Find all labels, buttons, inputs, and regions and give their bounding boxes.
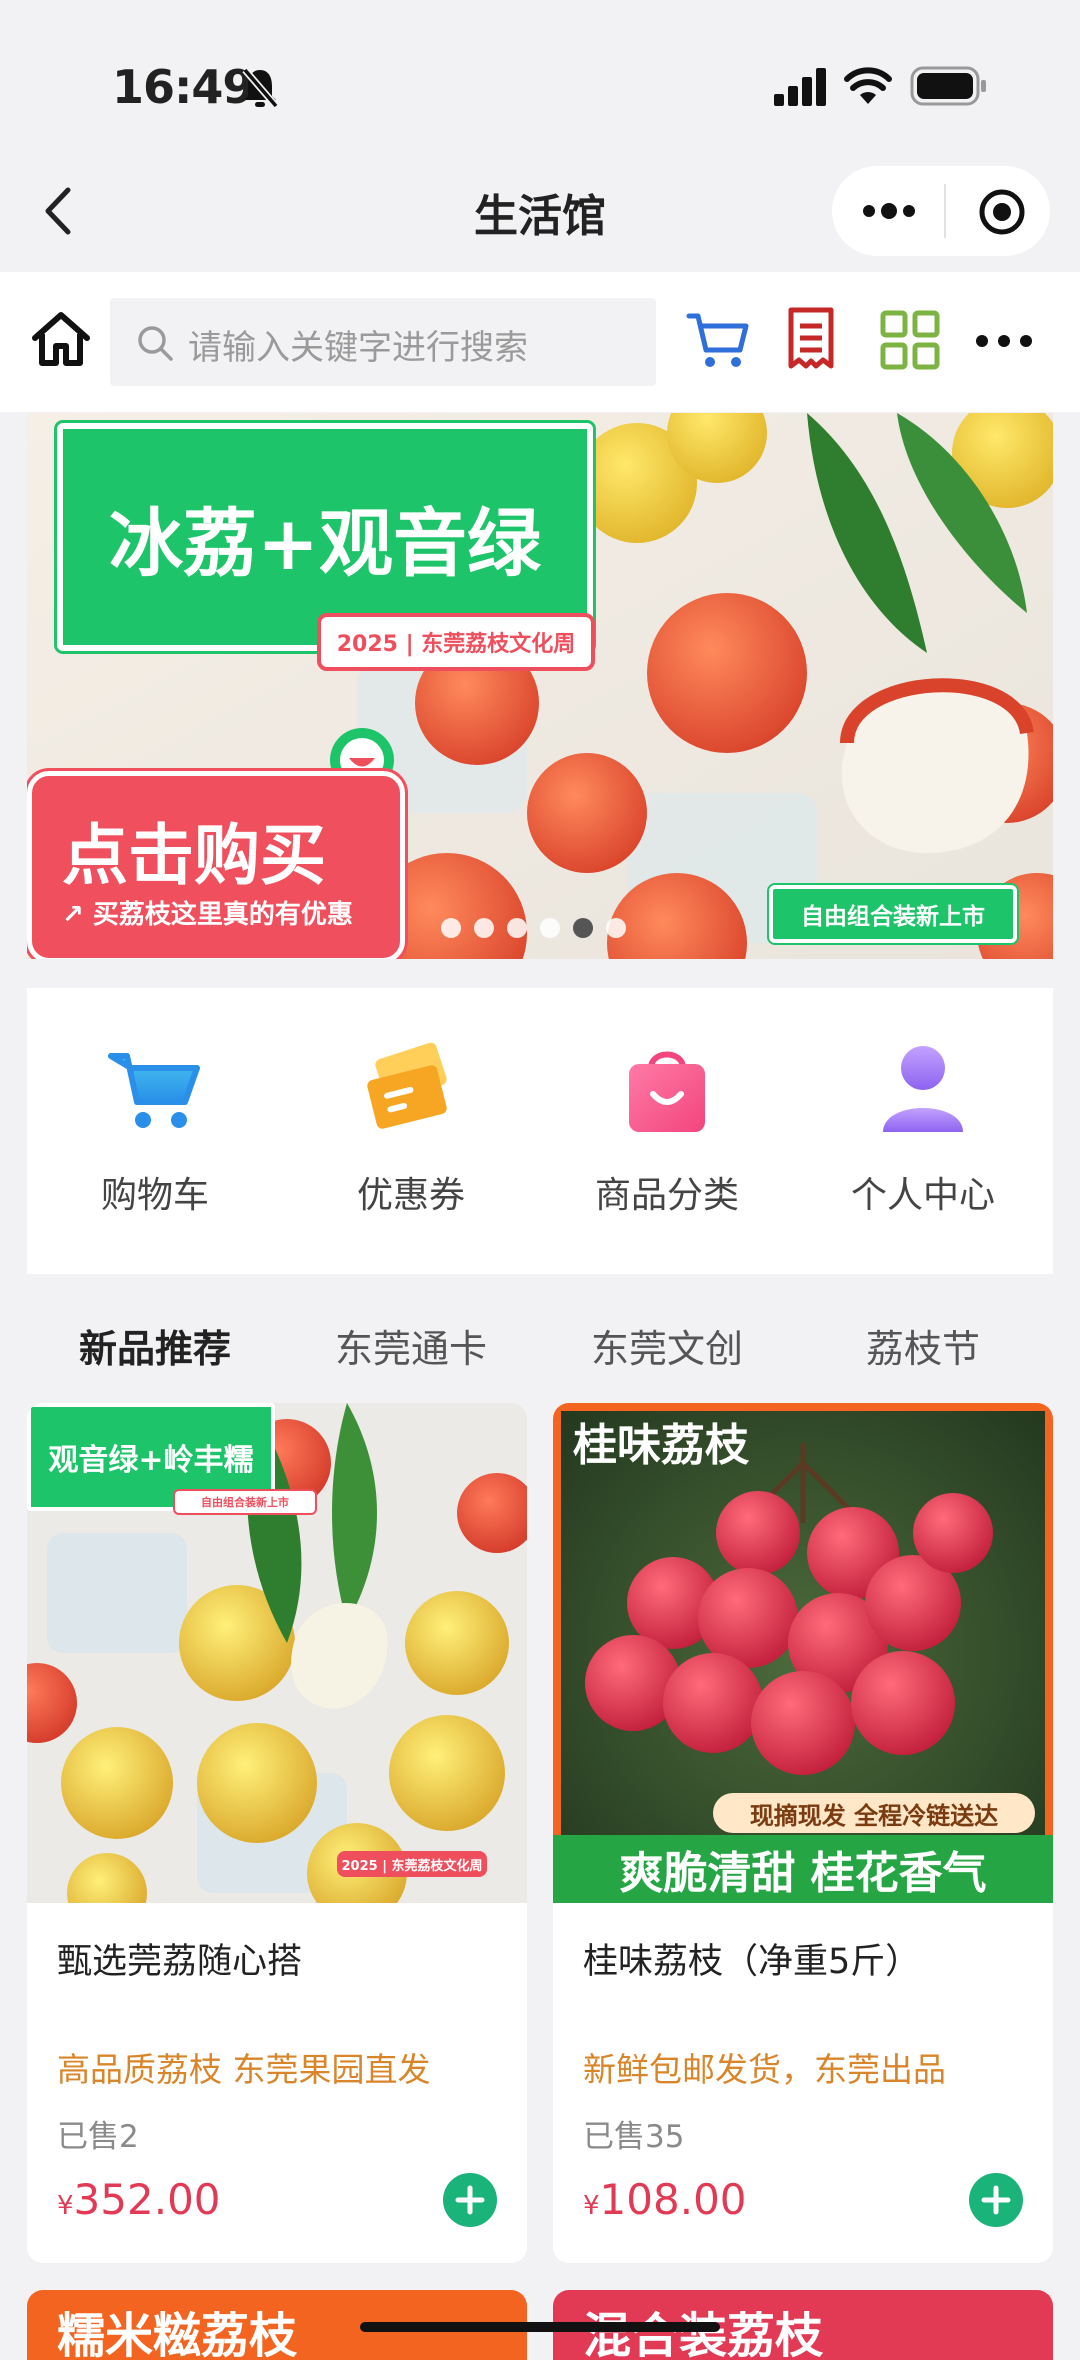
add-to-cart-button[interactable] <box>443 2173 497 2227</box>
product-image-tag: 自由组合装新上市 <box>173 1489 317 1515</box>
product-image: 观音绿+岭丰糯 自由组合装新上市 2025 | 东莞荔枝文化周 <box>27 1403 527 1903</box>
product-price: ¥352.00 <box>57 2175 221 2224</box>
search-input[interactable]: 请输入关键字进行搜索 <box>110 298 656 386</box>
order-list-icon[interactable] <box>786 306 836 372</box>
search-icon <box>136 324 174 362</box>
price-currency: ¥ <box>57 2191 74 2221</box>
more-dots-icon[interactable] <box>860 196 918 226</box>
menu-item-cart[interactable]: 购物车 <box>27 988 283 1274</box>
menu-label: 购物车 <box>100 1175 209 1216</box>
menu-label: 商品分类 <box>594 1175 739 1216</box>
product-image-tag: 现摘现发 全程冷链送达 <box>713 1793 1035 1833</box>
banner-buy-sub: ↗ 买荔枝这里真的有优惠 <box>62 900 353 930</box>
cellular-signal-icon <box>774 68 828 106</box>
product-image-title: 桂味荔枝 <box>573 1420 749 1471</box>
shopping-cart-icon <box>105 1038 205 1138</box>
more-menu-icon[interactable] <box>974 330 1034 352</box>
coupon-icon <box>361 1038 461 1138</box>
product-card[interactable]: 观音绿+岭丰糯 自由组合装新上市 2025 | 东莞荔枝文化周 甄选莞荔随心搭 … <box>27 1403 527 2263</box>
product-sold: 已售35 <box>583 2119 685 2155</box>
menu-item-profile[interactable]: 个人中心 <box>795 988 1051 1274</box>
banner-dot[interactable] <box>441 918 461 938</box>
cart-icon[interactable] <box>686 310 750 370</box>
search-placeholder: 请输入关键字进行搜索 <box>188 328 528 368</box>
mini-program-capsule <box>832 166 1050 256</box>
product-card[interactable]: 桂味荔枝 现摘现发 全程冷链送达 爽脆清甜 桂花香气 桂味荔枝（净重5斤） 新鲜… <box>553 1403 1053 2263</box>
banner-dot[interactable] <box>507 918 527 938</box>
product-desc: 高品质荔枝 东莞果园直发 <box>57 2050 431 2089</box>
banner-dot-active[interactable] <box>573 918 593 938</box>
add-to-cart-button[interactable] <box>969 2173 1023 2227</box>
menu-item-category[interactable]: 商品分类 <box>539 988 795 1274</box>
banner-event-tag: 2025 | 东莞荔枝文化周 <box>317 613 595 671</box>
category-grid-icon[interactable] <box>880 310 940 370</box>
product-price: ¥108.00 <box>583 2175 747 2224</box>
capsule-divider <box>944 184 946 238</box>
promo-banner[interactable]: 冰荔+观音绿 2025 | 东莞荔枝文化周 点击购买 ↗ 买荔枝这里真的有优惠 … <box>27 413 1053 959</box>
product-desc: 新鲜包邮发货，东莞出品 <box>583 2050 946 2089</box>
wifi-icon <box>844 66 892 106</box>
tab-lychee-festival[interactable]: 荔枝节 <box>795 1318 1051 1373</box>
product-name: 桂味荔枝（净重5斤） <box>583 1942 921 1982</box>
price-value: 108.00 <box>599 2175 747 2224</box>
product-image: 桂味荔枝 现摘现发 全程冷链送达 爽脆清甜 桂花香气 <box>553 1403 1053 1903</box>
banner-buy-label: 点击购买 <box>62 817 326 894</box>
price-currency: ¥ <box>583 2191 600 2221</box>
tab-dongguan-card[interactable]: 东莞通卡 <box>283 1318 539 1373</box>
tab-new-products[interactable]: 新品推荐 <box>27 1318 283 1373</box>
product-sold: 已售2 <box>57 2119 139 2155</box>
banner-new-badge: 自由组合装新上市 <box>769 885 1017 943</box>
menu-label: 优惠券 <box>356 1175 465 1216</box>
plus-icon <box>981 2185 1011 2215</box>
home-indicator <box>360 2322 720 2332</box>
status-time: 16:49 <box>112 60 254 114</box>
menu-item-coupon[interactable]: 优惠券 <box>283 988 539 1274</box>
banner-dot[interactable] <box>540 918 560 938</box>
user-icon <box>873 1038 973 1138</box>
price-value: 352.00 <box>73 2175 221 2224</box>
product-image-event: 2025 | 东莞荔枝文化周 <box>337 1851 487 1877</box>
plus-icon <box>455 2185 485 2215</box>
shopping-bag-icon <box>617 1038 717 1138</box>
banner-pagination <box>441 918 626 938</box>
close-target-icon[interactable] <box>978 188 1026 236</box>
quick-menu: 购物车 优惠券 商品分类 个人中心 <box>27 988 1053 1274</box>
battery-icon <box>910 66 988 106</box>
home-icon[interactable] <box>30 310 92 368</box>
banner-dot[interactable] <box>606 918 626 938</box>
banner-dot[interactable] <box>474 918 494 938</box>
product-image-title: 糯米糍荔枝 <box>57 2308 298 2360</box>
silent-bell-icon <box>240 66 280 110</box>
menu-label: 个人中心 <box>850 1175 995 1216</box>
product-image-slogan: 爽脆清甜 桂花香气 <box>553 1835 1053 1903</box>
product-name: 甄选莞荔随心搭 <box>57 1942 303 1982</box>
banner-buy-button[interactable]: 点击购买 ↗ 买荔枝这里真的有优惠 <box>27 771 405 959</box>
tab-dongguan-creative[interactable]: 东莞文创 <box>539 1318 795 1373</box>
